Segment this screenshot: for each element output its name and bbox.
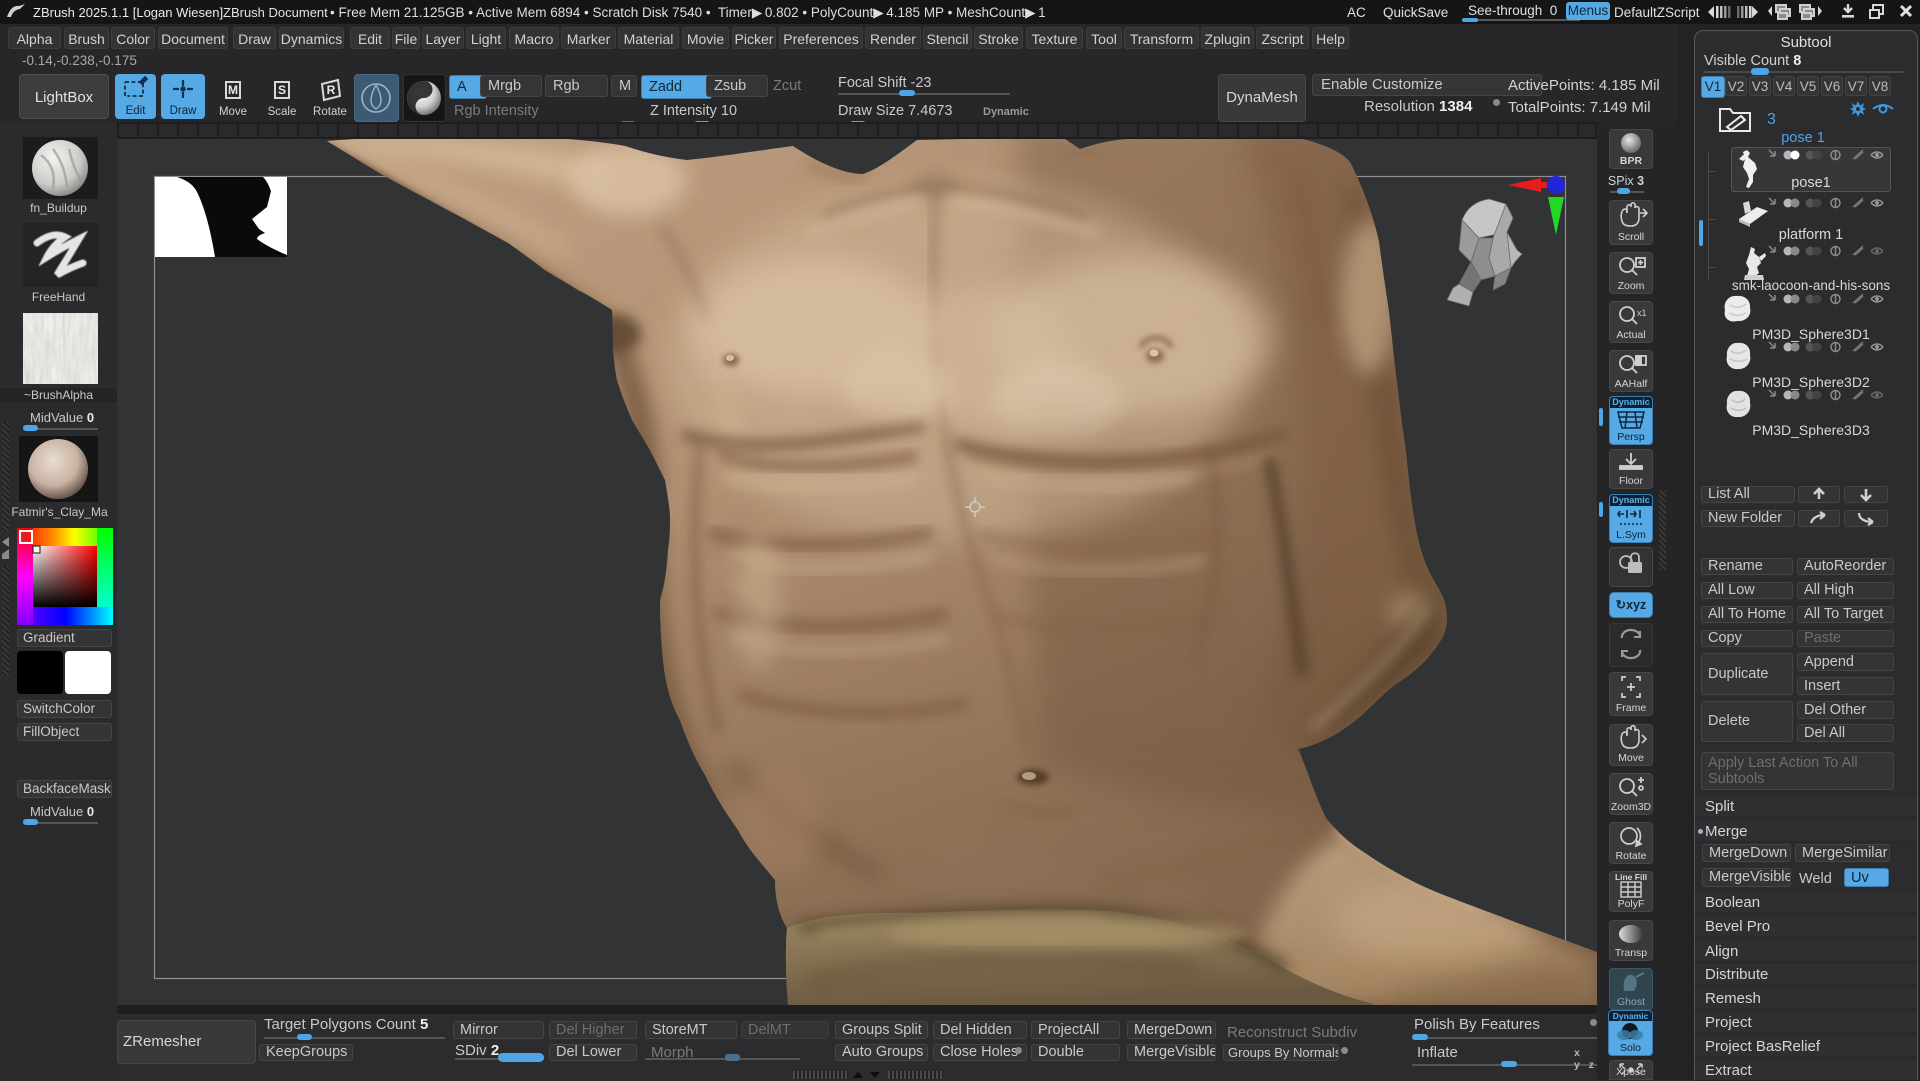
svg-text:M: M: [228, 83, 238, 97]
svg-text:R: R: [327, 83, 336, 97]
svg-text:S: S: [278, 83, 286, 97]
svg-text:x1: x1: [1637, 308, 1647, 318]
